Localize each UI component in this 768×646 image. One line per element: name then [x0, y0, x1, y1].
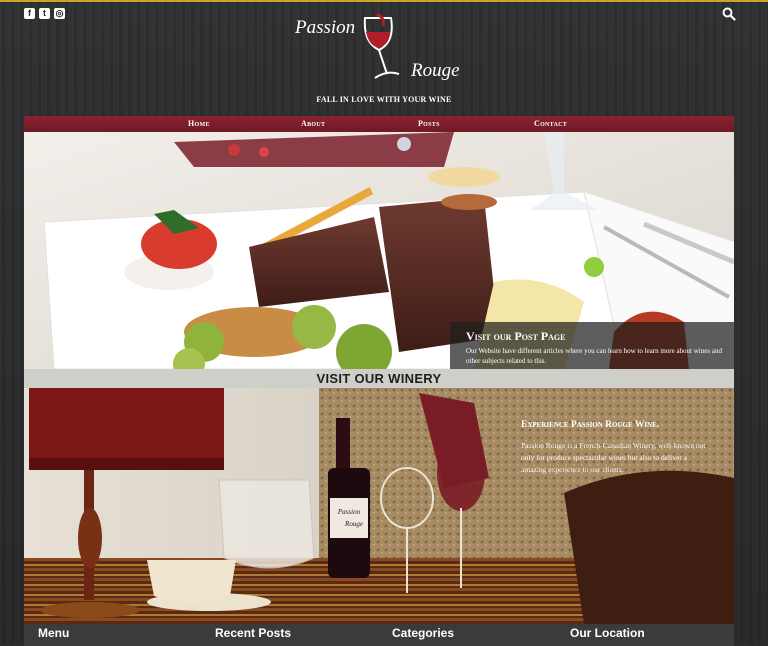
hero-caption-title[interactable]: Visit our Post Page — [466, 329, 565, 344]
social-links: f t ◎ — [24, 8, 65, 19]
nav-item-posts[interactable]: Posts — [418, 119, 440, 128]
nav-item-home[interactable]: Home — [188, 119, 210, 128]
wine-glass-icon — [363, 12, 400, 79]
winery-section: Passion Rouge Experience Passion Rouge W… — [24, 388, 734, 624]
main-nav: Home About Posts Contact — [24, 116, 734, 132]
page: f t ◎ Passion Rouge FALL IN LOVE WITH YO… — [0, 0, 768, 646]
tagline: FALL IN LOVE WITH YOUR WINE — [316, 95, 452, 104]
hero-caption: Visit our Post Page Our Website have dif… — [450, 322, 734, 369]
nav-item-contact[interactable]: Contact — [534, 119, 567, 128]
winery-banner-title: VISIT OUR WINERY — [316, 371, 442, 386]
winery-description: Passion Rouge is a French-Canadian Winer… — [521, 441, 706, 474]
hero-caption-text: Our Website have different articles wher… — [466, 347, 722, 365]
instagram-icon[interactable]: ◎ — [54, 8, 65, 19]
footer-recent-posts-heading: Recent Posts — [215, 626, 292, 640]
footer-location-heading: Our Location — [570, 626, 645, 640]
bottle-label-line2: Rouge — [344, 520, 363, 528]
bottle-label-line1: Passion — [337, 508, 361, 516]
site-logo[interactable]: Passion Rouge — [293, 12, 473, 84]
winery-banner[interactable]: VISIT OUR WINERY — [24, 369, 734, 388]
twitter-icon[interactable]: t — [39, 8, 50, 19]
facebook-icon[interactable]: f — [24, 8, 35, 19]
hero-banner[interactable]: Visit our Post Page Our Website have dif… — [24, 132, 734, 369]
footer: Menu Recent Posts Categories Our Locatio… — [24, 624, 734, 646]
logo-text-passion: Passion — [295, 17, 356, 38]
nav-item-about[interactable]: About — [301, 119, 325, 128]
winery-title: Experience Passion Rouge Wine. — [521, 420, 660, 430]
footer-menu-heading: Menu — [38, 626, 70, 640]
footer-categories-heading: Categories — [392, 626, 455, 640]
search-icon[interactable] — [722, 7, 736, 21]
logo-text-rouge: Rouge — [411, 60, 460, 81]
